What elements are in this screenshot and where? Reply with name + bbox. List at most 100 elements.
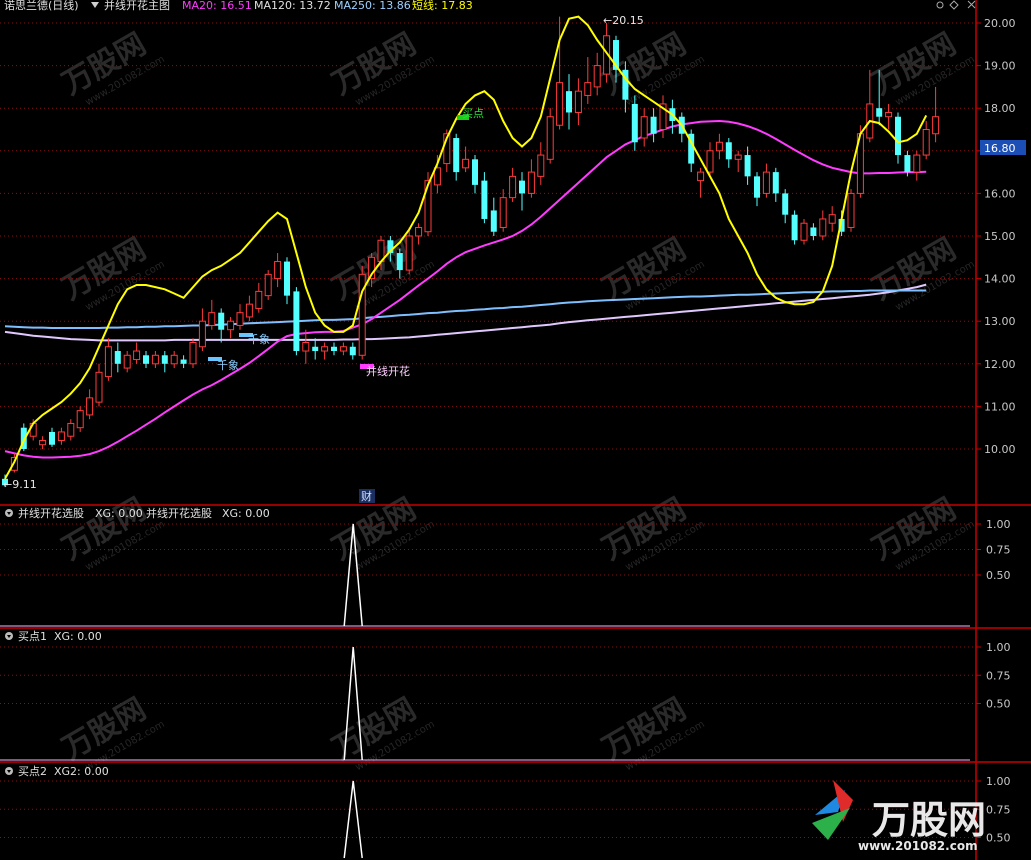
thousand-label-b: 千象 xyxy=(217,359,239,372)
candle-body xyxy=(706,150,714,173)
candle-body xyxy=(143,355,149,364)
candle-body xyxy=(537,154,545,177)
candle-body xyxy=(49,431,55,445)
candle-body xyxy=(593,65,601,88)
brand-logo: 万股网 www.201082.com xyxy=(812,780,986,853)
grid-lines xyxy=(0,22,976,450)
candle-body xyxy=(932,116,940,135)
low-marker: ←9.11 xyxy=(3,478,37,491)
ma250-label: MA250: 13.86 xyxy=(334,0,411,12)
sub1-xg-2: XG: 0.00 xyxy=(222,507,270,520)
candle-body xyxy=(198,320,206,348)
candle-body xyxy=(810,227,817,236)
candle-body xyxy=(499,197,507,228)
candle-body xyxy=(800,222,808,241)
brand-logo-text: 万股网 xyxy=(872,798,986,842)
candle-body xyxy=(782,193,789,215)
sub-y-tick-label: 1.00 xyxy=(986,641,1011,654)
candle-body xyxy=(546,116,554,160)
candle-body xyxy=(133,350,141,361)
candle-body xyxy=(574,90,582,113)
candle-body xyxy=(490,210,497,232)
candle-body xyxy=(481,180,488,219)
close-icon[interactable] xyxy=(967,0,976,9)
dropdown-icon[interactable] xyxy=(91,2,99,8)
candle-body xyxy=(527,171,535,194)
sub-y-tick-label: 0.75 xyxy=(986,669,1011,682)
candle-body xyxy=(86,397,94,416)
candle-body xyxy=(913,154,921,173)
sub3-xg: XG2: 0.00 xyxy=(54,765,109,778)
candle-body xyxy=(227,320,235,331)
candle-body xyxy=(123,354,131,369)
candle-body xyxy=(39,439,47,446)
sub-y-tick-label: 0.75 xyxy=(986,544,1011,557)
candle-body xyxy=(95,371,103,403)
y-tick-label: 15.00 xyxy=(984,230,1016,243)
sub2-xg: XG: 0.00 xyxy=(54,630,102,643)
sub-panels: 1.00 0.75 0.50 1.00 0.75 0.50 1.00 0.75 0.50 xyxy=(0,518,1011,859)
buy-point-label: 买点 xyxy=(462,107,484,120)
candle-body xyxy=(697,171,705,182)
ma120-line xyxy=(4,289,927,329)
candle-body xyxy=(725,142,732,160)
collapse-icon[interactable] xyxy=(5,632,13,640)
candle-body xyxy=(293,291,300,352)
candle-body xyxy=(828,214,836,224)
candle-body xyxy=(114,351,121,364)
indicator-name: 并线开花主图 xyxy=(104,0,170,12)
candle-body xyxy=(321,346,329,352)
thousand-label-a: 千象 xyxy=(248,333,270,346)
candle-body xyxy=(312,346,319,352)
candle-body xyxy=(895,116,901,156)
candle-body xyxy=(556,82,564,126)
candle-body xyxy=(904,155,911,173)
candle-body xyxy=(349,346,356,356)
y-tick-label: 14.00 xyxy=(984,273,1016,286)
candle-body xyxy=(650,116,657,134)
stock-title: 诺思兰德(日线) xyxy=(4,0,79,12)
candle-body xyxy=(744,155,751,177)
diamond-icon[interactable] xyxy=(949,0,959,10)
ma120-path xyxy=(4,289,927,329)
candle-body xyxy=(876,108,883,117)
sub1-xg: XG: 0.00 xyxy=(95,507,143,520)
candle-body xyxy=(453,138,460,173)
candle-body xyxy=(104,346,112,378)
y-tick-label: 20.00 xyxy=(984,17,1016,30)
candle-body xyxy=(189,342,197,365)
collapse-icon[interactable] xyxy=(5,509,13,517)
candle-body xyxy=(339,346,347,352)
candle-body xyxy=(161,355,168,364)
candle-body xyxy=(67,422,75,437)
sub-spike xyxy=(343,780,363,859)
short-label: 短线: 17.83 xyxy=(412,0,473,12)
y-tick-label: 11.00 xyxy=(984,400,1016,413)
candle-body xyxy=(509,175,517,199)
y-tick-label: 13.00 xyxy=(984,315,1016,328)
candle-body xyxy=(180,359,187,364)
settings-icon[interactable] xyxy=(936,1,944,9)
candle-body xyxy=(415,226,423,237)
high-marker: ←20.15 xyxy=(603,14,644,27)
collapse-icon[interactable] xyxy=(5,767,13,775)
ma120-label: MA120: 13.72 xyxy=(254,0,331,12)
candle-body xyxy=(885,111,893,118)
sub3-title: 买点2 xyxy=(18,765,47,778)
sub-y-tick-label: 0.50 xyxy=(986,832,1011,845)
candle-body xyxy=(405,235,413,271)
candle-body xyxy=(331,346,337,352)
candle-body xyxy=(396,253,403,271)
y-tick-label: 16.00 xyxy=(984,187,1016,200)
y-tick-label: 10.00 xyxy=(984,443,1016,456)
candle-body xyxy=(631,103,638,143)
candle-body xyxy=(584,82,592,96)
candle-body xyxy=(302,342,310,352)
candle-body xyxy=(76,410,84,429)
ma20-label: MA20: 16.51 xyxy=(182,0,252,12)
candle-body xyxy=(922,129,930,156)
sub1-title-2: 并线开花选股 xyxy=(146,506,212,520)
candle-body xyxy=(57,431,65,441)
candle-body xyxy=(264,273,272,297)
candle-body xyxy=(255,290,263,309)
